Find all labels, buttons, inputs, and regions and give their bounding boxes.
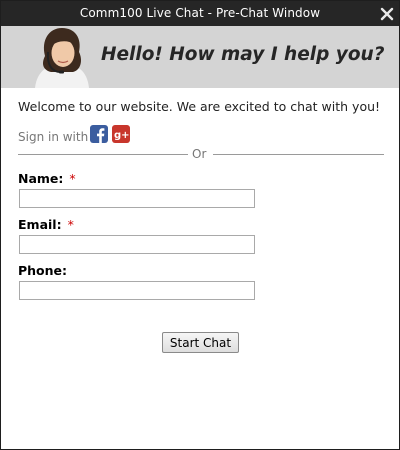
title-bar: Comm100 Live Chat - Pre-Chat Window bbox=[1, 1, 399, 26]
facebook-icon[interactable] bbox=[90, 125, 108, 143]
email-label: Email: * bbox=[18, 217, 74, 232]
name-label-text: Name: bbox=[18, 171, 64, 186]
name-field[interactable] bbox=[19, 189, 255, 208]
phone-field[interactable] bbox=[19, 281, 255, 300]
google-plus-icon[interactable]: g+ bbox=[112, 125, 130, 143]
phone-label-text: Phone: bbox=[18, 263, 68, 278]
greeting-banner: Hello! How may I help you? bbox=[1, 26, 399, 88]
email-field[interactable] bbox=[19, 235, 255, 254]
signin-label: Sign in with bbox=[18, 130, 89, 144]
email-required-marker: * bbox=[67, 217, 74, 232]
support-agent-avatar bbox=[27, 26, 97, 88]
close-icon[interactable] bbox=[380, 6, 394, 21]
welcome-message: Welcome to our website. We are excited t… bbox=[18, 99, 381, 114]
divider-line-left bbox=[18, 154, 188, 155]
divider-line-right bbox=[213, 154, 384, 155]
or-label: Or bbox=[192, 147, 207, 161]
start-chat-button[interactable]: Start Chat bbox=[162, 332, 239, 353]
or-divider: Or bbox=[18, 146, 384, 162]
email-label-text: Email: bbox=[18, 217, 62, 232]
phone-label: Phone: bbox=[18, 263, 67, 278]
greeting-text: Hello! How may I help you? bbox=[101, 44, 385, 65]
svg-text:g+: g+ bbox=[114, 130, 130, 141]
name-label: Name: * bbox=[18, 171, 76, 186]
prechat-window: Comm100 Live Chat - Pre-Chat Window Hell… bbox=[0, 0, 400, 450]
name-required-marker: * bbox=[69, 171, 76, 186]
window-title: Comm100 Live Chat - Pre-Chat Window bbox=[79, 6, 321, 20]
